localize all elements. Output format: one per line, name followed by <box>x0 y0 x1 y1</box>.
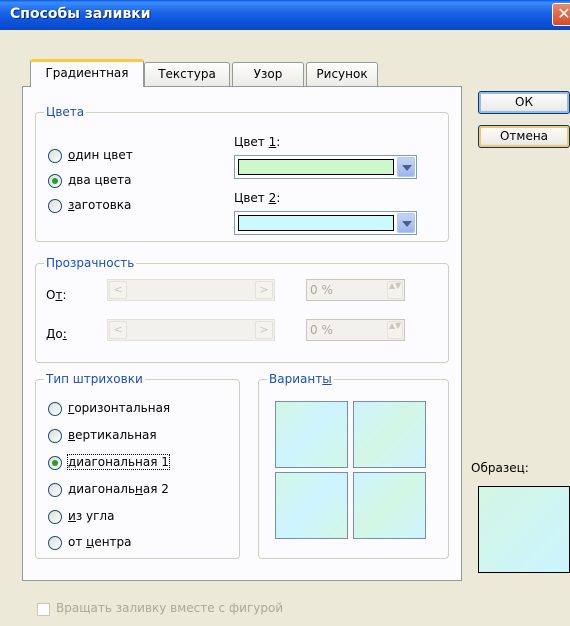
radio-diagonal-2[interactable] <box>48 483 62 497</box>
color1-swatch <box>238 159 394 175</box>
sample-preview <box>478 486 570 573</box>
fill-effects-dialog: Способы заливки ✕ Градиентная Текстура У… <box>0 0 570 626</box>
variants-legend: Варианты <box>267 372 334 386</box>
chevron-down-icon[interactable] <box>397 213 415 233</box>
colors-group-legend: Цвета <box>44 105 87 119</box>
rotate-with-shape-checkbox[interactable] <box>37 603 50 616</box>
variant-swatch[interactable] <box>353 472 426 539</box>
color1-label: Цвет 1: <box>234 135 281 149</box>
color1-dropdown[interactable] <box>234 155 417 179</box>
radio-preset-label[interactable]: заготовка <box>68 198 131 212</box>
variants-group: Варианты <box>258 372 449 559</box>
radio-two-colors-label[interactable]: два цвета <box>68 173 132 187</box>
radio-two-colors[interactable] <box>48 174 62 188</box>
gradient-tab-panel: Цвета один цвет два цвета заготовка Цвет… <box>22 86 462 581</box>
transparency-group: Прозрачность От: < > 0 % ▲▼ До: < > 0 % … <box>35 256 449 363</box>
radio-horizontal-label[interactable]: горизонтальная <box>68 401 170 415</box>
transparency-from-slider[interactable]: < > <box>107 279 275 301</box>
transparency-to-label: До: <box>46 327 67 341</box>
sample-label: Образец: <box>471 461 529 475</box>
tab-pattern[interactable]: Узор <box>232 62 304 86</box>
tab-texture[interactable]: Текстура <box>144 62 230 86</box>
color2-label: Цвет 2: <box>234 191 281 205</box>
radio-one-color[interactable] <box>48 149 62 163</box>
transparency-from-value: 0 % <box>310 283 333 297</box>
variant-swatch[interactable] <box>275 472 348 539</box>
variant-swatch[interactable] <box>275 401 348 468</box>
chevron-down-icon[interactable] <box>397 157 415 177</box>
transparency-from-spinbox[interactable]: 0 % ▲▼ <box>306 279 405 301</box>
scroll-right-icon[interactable]: > <box>255 321 273 339</box>
tab-picture-label: Рисунок <box>316 67 368 81</box>
tab-gradient[interactable]: Градиентная <box>30 59 144 87</box>
dialog-title: Способы заливки <box>10 6 151 22</box>
colors-group: Цвета один цвет два цвета заготовка Цвет… <box>35 105 449 242</box>
scroll-left-icon[interactable]: < <box>109 281 127 299</box>
radio-from-center-label[interactable]: от центра <box>68 535 132 549</box>
radio-vertical[interactable] <box>48 429 62 443</box>
radio-diagonal-2-label[interactable]: диагональная 2 <box>68 482 169 496</box>
variant-swatch[interactable] <box>353 401 426 468</box>
transparency-group-legend: Прозрачность <box>44 256 137 270</box>
transparency-to-spinbox[interactable]: 0 % ▲▼ <box>306 319 405 341</box>
ok-button[interactable]: ОК <box>478 91 570 114</box>
radio-vertical-label[interactable]: вертикальная <box>68 428 157 442</box>
color2-dropdown[interactable] <box>234 211 417 235</box>
transparency-to-slider[interactable]: < > <box>107 319 275 341</box>
cancel-button[interactable]: Отмена <box>478 125 570 148</box>
tab-texture-label: Текстура <box>158 67 216 81</box>
scroll-left-icon[interactable]: < <box>109 321 127 339</box>
close-icon[interactable]: ✕ <box>552 3 570 26</box>
tab-gradient-label: Градиентная <box>45 66 129 80</box>
radio-horizontal[interactable] <box>48 402 62 416</box>
shading-styles-group: Тип штриховки горизонтальная вертикальна… <box>35 372 240 559</box>
scroll-right-icon[interactable]: > <box>255 281 273 299</box>
tab-picture[interactable]: Рисунок <box>306 62 378 86</box>
radio-diagonal-1[interactable] <box>48 456 62 470</box>
color2-swatch <box>238 215 394 231</box>
radio-from-corner-label[interactable]: из угла <box>68 509 114 523</box>
title-bar[interactable]: Способы заливки ✕ <box>0 0 570 30</box>
radio-from-corner[interactable] <box>48 510 62 524</box>
shading-styles-legend: Тип штриховки <box>44 372 145 386</box>
transparency-to-value: 0 % <box>310 323 333 337</box>
rotate-with-shape-label[interactable]: Вращать заливку вместе с фигурой <box>56 601 283 615</box>
tab-pattern-label: Узор <box>253 67 283 81</box>
radio-from-center[interactable] <box>48 536 62 550</box>
spin-arrows-icon[interactable]: ▲▼ <box>387 321 403 339</box>
transparency-from-label: От: <box>46 288 67 302</box>
spin-arrows-icon[interactable]: ▲▼ <box>387 281 403 299</box>
radio-diagonal-1-label[interactable]: диагональная 1 <box>67 454 170 470</box>
radio-one-color-label[interactable]: один цвет <box>68 148 133 162</box>
radio-preset[interactable] <box>48 199 62 213</box>
